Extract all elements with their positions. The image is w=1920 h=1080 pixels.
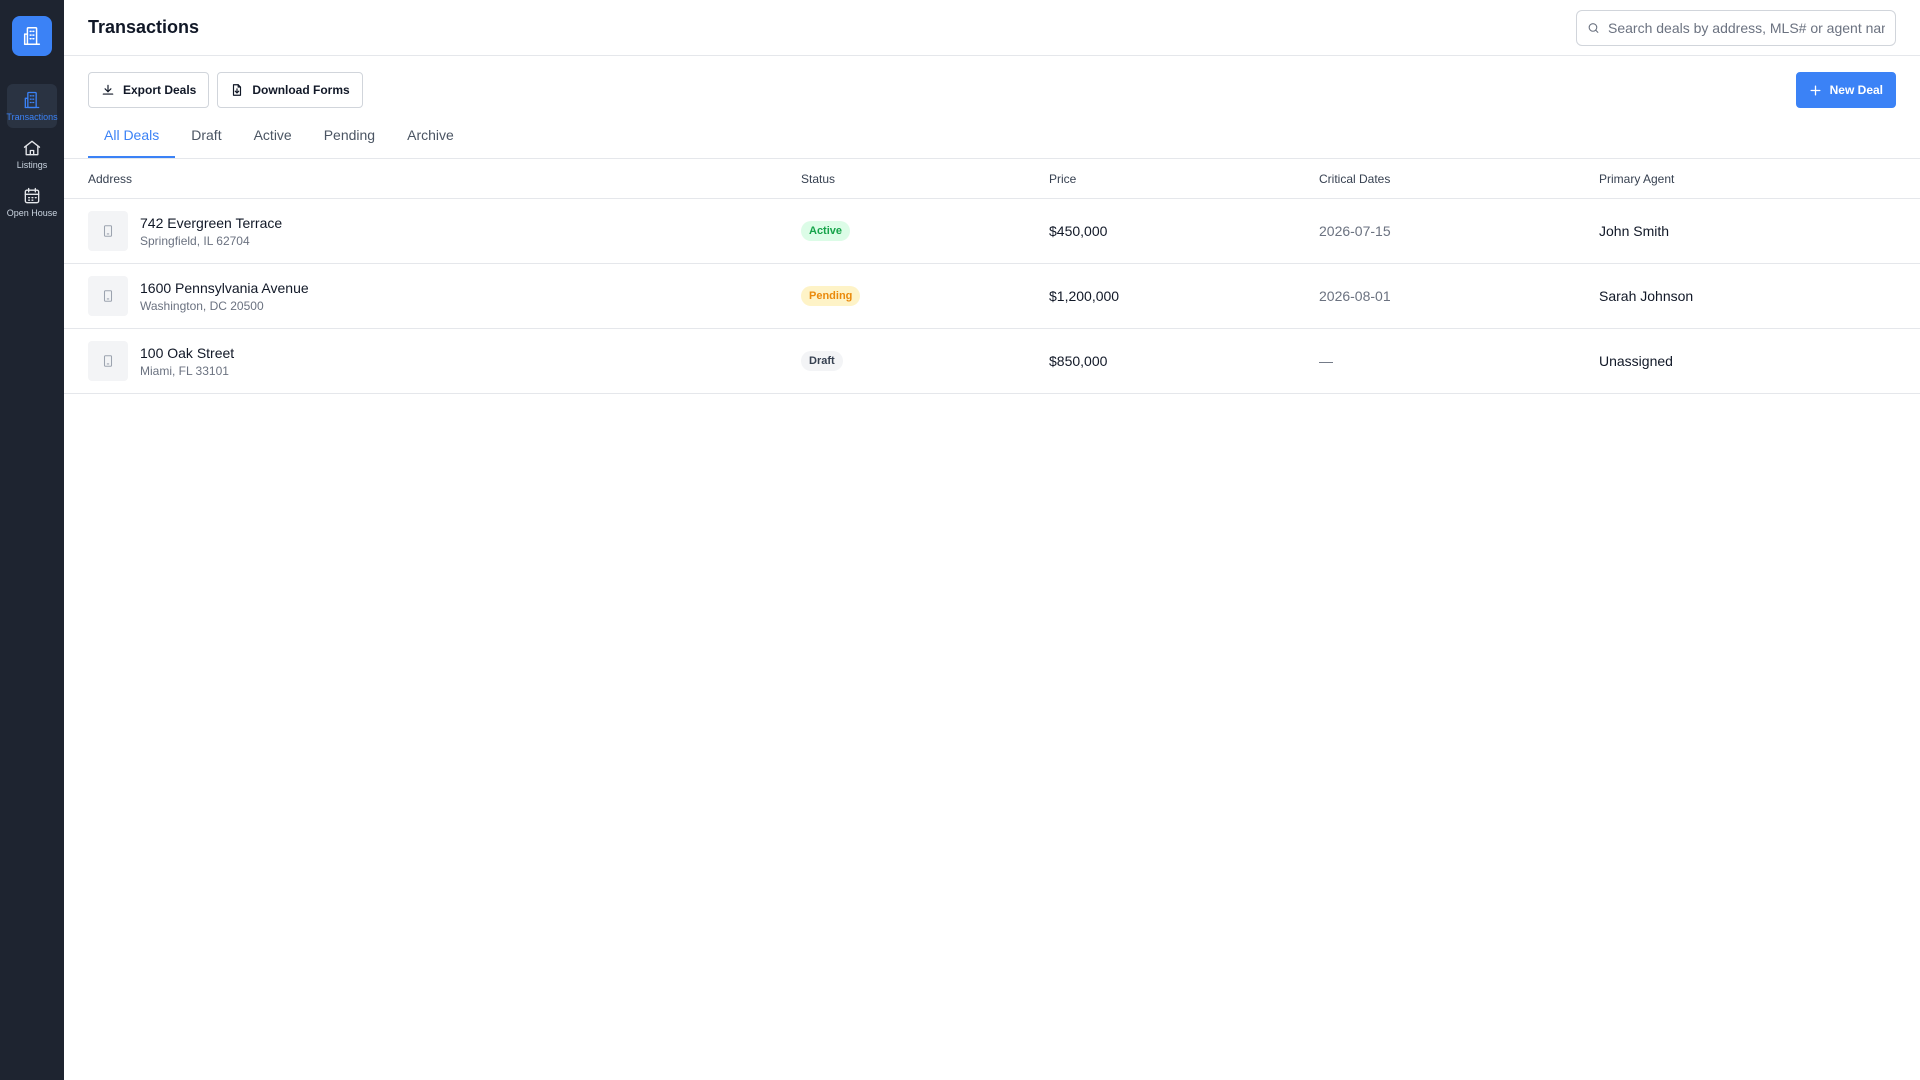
column-header-critical-dates[interactable]: Critical Dates <box>1319 172 1599 186</box>
status-cell: Active <box>801 221 1049 241</box>
app-logo[interactable] <box>12 16 52 56</box>
new-deal-label: New Deal <box>1829 83 1883 97</box>
address-city: Miami, FL 33101 <box>140 363 229 378</box>
image-placeholder-icon <box>103 225 113 237</box>
export-deals-button[interactable]: Export Deals <box>88 72 210 108</box>
sidebar-item-open-house[interactable]: Open House <box>7 180 57 224</box>
critical-date-cell: — <box>1319 353 1333 369</box>
price-cell: $1,200,000 <box>1049 288 1120 304</box>
address-street[interactable]: 100 Oak Street <box>140 345 234 361</box>
address-cell: 100 Oak Street Miami, FL 33101 <box>64 341 801 381</box>
table-row[interactable]: 1600 Pennsylvania Avenue Washington, DC … <box>64 264 1920 329</box>
tab-all-deals[interactable]: All Deals <box>88 120 176 158</box>
building-icon <box>23 27 41 45</box>
critical-date-cell: 2026-07-15 <box>1319 223 1391 239</box>
toolbar-left: Export Deals Download Forms <box>88 72 363 108</box>
property-thumbnail <box>88 211 128 251</box>
download-icon <box>102 84 114 95</box>
critical-date-cell: 2026-08-01 <box>1319 288 1391 304</box>
address-street[interactable]: 1600 Pennsylvania Avenue <box>140 280 309 296</box>
export-deals-label: Export Deals <box>123 83 197 97</box>
tab-active[interactable]: Active <box>238 120 308 158</box>
table-row[interactable]: 742 Evergreen Terrace Springfield, IL 62… <box>64 199 1920 264</box>
download-forms-button[interactable]: Download Forms <box>217 72 363 108</box>
deals-table: Address Status Price Critical Dates Prim… <box>64 159 1920 394</box>
status-cell: Pending <box>801 286 1049 306</box>
calendar-icon <box>24 187 40 204</box>
tab-archive[interactable]: Archive <box>391 120 470 158</box>
image-placeholder-icon <box>103 355 113 367</box>
sidebar-item-label: Open House <box>6 208 58 218</box>
address-city: Springfield, IL 62704 <box>140 233 250 248</box>
home-icon <box>23 140 41 156</box>
sidebar-item-transactions[interactable]: Transactions <box>6 84 58 128</box>
table-header: Address Status Price Critical Dates Prim… <box>64 159 1920 199</box>
address-cell: 742 Evergreen Terrace Springfield, IL 62… <box>64 211 801 251</box>
toolbar: Export Deals Download Forms New Deal <box>88 72 1896 108</box>
agent-cell: Unassigned <box>1599 353 1673 369</box>
sidebar: Transactions Listings Open House <box>0 0 64 1080</box>
sidebar-item-listings[interactable]: Listings <box>7 132 57 176</box>
column-header-primary-agent[interactable]: Primary Agent <box>1599 172 1920 186</box>
file-download-icon <box>233 84 242 96</box>
sidebar-item-label: Listings <box>16 160 48 170</box>
agent-cell: Sarah Johnson <box>1599 288 1694 304</box>
property-thumbnail <box>88 276 128 316</box>
new-deal-button[interactable]: New Deal <box>1795 72 1896 108</box>
sidebar-item-label: Transactions <box>6 112 58 122</box>
sidebar-nav: Transactions Listings Open House <box>0 84 64 224</box>
column-header-price[interactable]: Price <box>1049 172 1319 186</box>
plus-icon <box>1810 85 1821 95</box>
status-badge: Pending <box>801 286 861 306</box>
column-header-status[interactable]: Status <box>801 172 1049 186</box>
search-icon <box>1588 22 1599 33</box>
address-street[interactable]: 742 Evergreen Terrace <box>140 215 282 231</box>
address-city: Washington, DC 20500 <box>140 298 264 313</box>
deal-tabs: All Deals Draft Active Pending Archive <box>88 120 470 158</box>
page-title: Transactions <box>88 17 200 37</box>
tab-pending[interactable]: Pending <box>308 120 391 158</box>
image-placeholder-icon <box>103 290 113 302</box>
address-cell: 1600 Pennsylvania Avenue Washington, DC … <box>64 276 801 316</box>
page-header: Transactions <box>64 0 1920 56</box>
agent-cell: John Smith <box>1599 223 1670 239</box>
download-forms-label: Download Forms <box>252 83 350 97</box>
search-input[interactable] <box>1608 19 1885 36</box>
table-row[interactable]: 100 Oak Street Miami, FL 33101 Draft $85… <box>64 329 1920 394</box>
status-badge: Draft <box>801 351 843 371</box>
price-cell: $450,000 <box>1049 223 1108 239</box>
column-header-address[interactable]: Address <box>64 172 801 186</box>
price-cell: $850,000 <box>1049 353 1108 369</box>
property-thumbnail <box>88 341 128 381</box>
search-box[interactable] <box>1576 9 1896 46</box>
tab-draft[interactable]: Draft <box>175 120 237 158</box>
status-badge: Active <box>801 221 851 241</box>
building-icon <box>24 91 40 109</box>
status-cell: Draft <box>801 351 1049 371</box>
